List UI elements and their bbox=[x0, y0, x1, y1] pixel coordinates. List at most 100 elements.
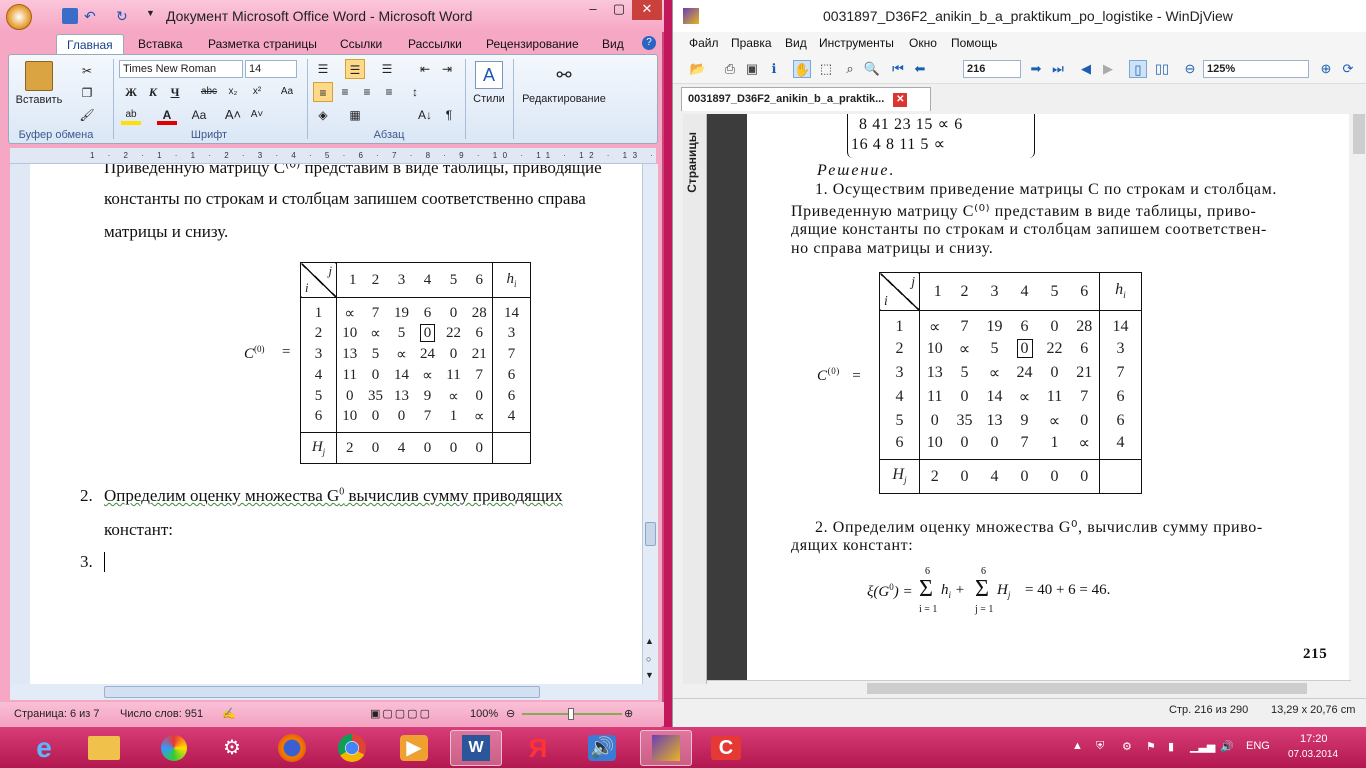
horizontal-ruler[interactable]: 1 · 2 · 1 · 1 · 2 · 3 · 4 · 5 · 6 · 7 · … bbox=[10, 148, 656, 164]
tab-view[interactable]: Вид bbox=[592, 34, 634, 54]
hscroll-thumb[interactable] bbox=[104, 686, 540, 698]
superscript-icon[interactable]: x² bbox=[247, 82, 267, 102]
windjview-taskbar-icon[interactable] bbox=[640, 730, 692, 766]
tray-app-icon[interactable]: ⚙ bbox=[1122, 740, 1132, 753]
cut-icon[interactable]: ✂ bbox=[77, 61, 97, 81]
office-button[interactable] bbox=[6, 4, 32, 30]
styles-button[interactable]: A Стили bbox=[469, 59, 509, 129]
shrink-font-icon[interactable]: A˅ bbox=[247, 105, 267, 125]
vertical-ruler[interactable] bbox=[10, 164, 30, 684]
align-right-icon[interactable]: ≡ bbox=[357, 82, 377, 102]
file-explorer-icon[interactable] bbox=[78, 730, 130, 766]
show-marks-icon[interactable]: ¶ bbox=[439, 105, 459, 125]
align-center-icon[interactable]: ≡ bbox=[335, 82, 355, 102]
zoom-out-icon[interactable]: ⊖ bbox=[506, 702, 515, 726]
open-icon[interactable]: 📂 bbox=[689, 60, 707, 78]
next-page-icon[interactable]: ▼ bbox=[645, 670, 654, 680]
next-page-icon[interactable]: ➡ bbox=[1027, 60, 1045, 78]
hscroll-thumb[interactable] bbox=[867, 683, 1307, 694]
decrease-indent-icon[interactable]: ⇤ bbox=[415, 59, 435, 79]
save-icon[interactable] bbox=[62, 8, 78, 24]
zoom-in-icon[interactable]: ⊕ bbox=[1317, 60, 1335, 78]
tray-arrow-icon[interactable]: ▲ bbox=[1072, 740, 1083, 752]
tab-mailings[interactable]: Рассылки bbox=[398, 34, 472, 54]
save-icon[interactable]: ▣ bbox=[743, 60, 761, 78]
search-icon[interactable]: 🔍 bbox=[863, 60, 881, 78]
info-icon[interactable]: ℹ bbox=[765, 60, 783, 78]
underline-button[interactable]: Ч bbox=[165, 82, 185, 102]
tab-page-layout[interactable]: Разметка страницы bbox=[198, 34, 327, 54]
menu-view[interactable]: Вид bbox=[785, 36, 807, 50]
print-icon[interactable]: ⎙ bbox=[721, 60, 739, 78]
paste-button[interactable]: Вставить bbox=[15, 59, 63, 117]
font-color-icon[interactable]: A bbox=[157, 105, 177, 125]
tab-insert[interactable]: Вставка bbox=[128, 34, 193, 54]
prev-page-icon[interactable]: ▲ bbox=[645, 636, 654, 646]
close-tab-icon[interactable]: ✕ bbox=[893, 93, 908, 107]
menu-edit[interactable]: Правка bbox=[731, 36, 772, 50]
maximize-button[interactable]: ▢ bbox=[606, 0, 632, 20]
zoom-in-icon[interactable]: ⊕ bbox=[624, 702, 633, 726]
sort-icon[interactable]: A↓ bbox=[415, 105, 435, 125]
djv-vertical-scrollbar[interactable] bbox=[1351, 114, 1366, 680]
menu-window[interactable]: Окно bbox=[909, 36, 937, 50]
view-buttons[interactable]: ▣▢▢▢▢ bbox=[370, 702, 432, 726]
forward-icon[interactable]: ▶ bbox=[1099, 60, 1117, 78]
djvu-page[interactable]: 8 41 23 15 ∝ 6 16 4 8 11 5 ∝ Решение. 1.… bbox=[747, 114, 1349, 680]
media-center-icon[interactable] bbox=[148, 730, 200, 766]
back-icon[interactable]: ◀ bbox=[1077, 60, 1095, 78]
chrome-icon[interactable] bbox=[326, 730, 378, 766]
clock-date[interactable]: 07.03.2014 bbox=[1288, 749, 1338, 760]
highlight-icon[interactable]: ab bbox=[121, 105, 141, 125]
select-tool-icon[interactable]: ⬚ bbox=[817, 60, 835, 78]
audio-app-icon[interactable]: 🔊 bbox=[576, 730, 628, 766]
grow-font-icon[interactable]: A˄ bbox=[223, 105, 243, 125]
qat-dropdown-icon[interactable]: ▼ bbox=[146, 8, 162, 24]
copy-icon[interactable]: ❐ bbox=[77, 83, 97, 103]
justify-icon[interactable]: ≡ bbox=[379, 82, 399, 102]
ie-icon[interactable]: e bbox=[18, 730, 70, 766]
tray-shield-icon[interactable]: ⛨ bbox=[1096, 740, 1104, 753]
firefox-icon[interactable] bbox=[266, 730, 318, 766]
yandex-icon[interactable]: Я bbox=[512, 730, 564, 766]
rotate-icon[interactable]: ⟳ bbox=[1339, 60, 1357, 78]
single-page-icon[interactable]: ▯ bbox=[1129, 60, 1147, 78]
menu-file[interactable]: Файл bbox=[689, 36, 719, 50]
word-count[interactable]: Число слов: 951 bbox=[120, 702, 203, 726]
media-player-icon[interactable]: ▶ bbox=[388, 730, 440, 766]
page-number-combo[interactable]: 216 bbox=[963, 60, 1021, 78]
align-left-icon[interactable]: ≡ bbox=[313, 82, 333, 102]
first-page-icon[interactable]: ⏮ bbox=[889, 60, 907, 78]
document-canvas[interactable]: Приведенную матрицу C⁽⁰⁾ представим в ви… bbox=[30, 164, 642, 684]
menu-help[interactable]: Помощь bbox=[951, 36, 997, 50]
italic-button[interactable]: К bbox=[143, 82, 163, 102]
bold-button[interactable]: Ж bbox=[121, 82, 141, 102]
zoom-combo[interactable]: 125% bbox=[1203, 60, 1309, 78]
word-vertical-scrollbar[interactable]: ▲ ○ ▼ bbox=[642, 164, 658, 684]
word-taskbar-icon[interactable]: W bbox=[450, 730, 502, 766]
close-button[interactable]: ✕ bbox=[632, 0, 662, 20]
clock-time[interactable]: 17:20 bbox=[1300, 733, 1328, 745]
clear-format-icon[interactable]: Aa bbox=[277, 82, 297, 102]
shading-icon[interactable]: ◈ bbox=[313, 105, 333, 125]
last-page-icon[interactable]: ⏭ bbox=[1049, 60, 1067, 78]
tab-review[interactable]: Рецензирование bbox=[476, 34, 589, 54]
tray-signal-icon[interactable]: ▁▃▅ bbox=[1190, 740, 1215, 753]
increase-indent-icon[interactable]: ⇥ bbox=[437, 59, 457, 79]
multilevel-list-icon[interactable]: ☰ bbox=[377, 59, 397, 79]
font-name-combo[interactable]: Times New Roman bbox=[119, 60, 243, 78]
bullets-icon[interactable]: ☰ bbox=[313, 59, 333, 79]
tab-references[interactable]: Ссылки bbox=[330, 34, 392, 54]
proofing-icon[interactable]: ✍ bbox=[222, 702, 236, 726]
redo-icon[interactable]: ↻ bbox=[116, 8, 132, 24]
zoom-level[interactable]: 100% bbox=[470, 702, 498, 726]
input-language[interactable]: ENG bbox=[1246, 740, 1270, 752]
pages-sidebar-tab[interactable]: Страницы bbox=[683, 114, 707, 684]
word-horizontal-scrollbar[interactable] bbox=[10, 684, 658, 700]
zoom-rect-icon[interactable]: ⌕ bbox=[841, 60, 859, 78]
tray-flag-icon[interactable]: ⚑ bbox=[1146, 740, 1156, 753]
minimize-button[interactable]: – bbox=[580, 0, 606, 20]
reader-app-icon[interactable]: C bbox=[700, 730, 752, 766]
format-painter-icon[interactable]: 🖌 bbox=[77, 105, 97, 125]
numbering-icon[interactable]: ☰ bbox=[345, 59, 365, 79]
